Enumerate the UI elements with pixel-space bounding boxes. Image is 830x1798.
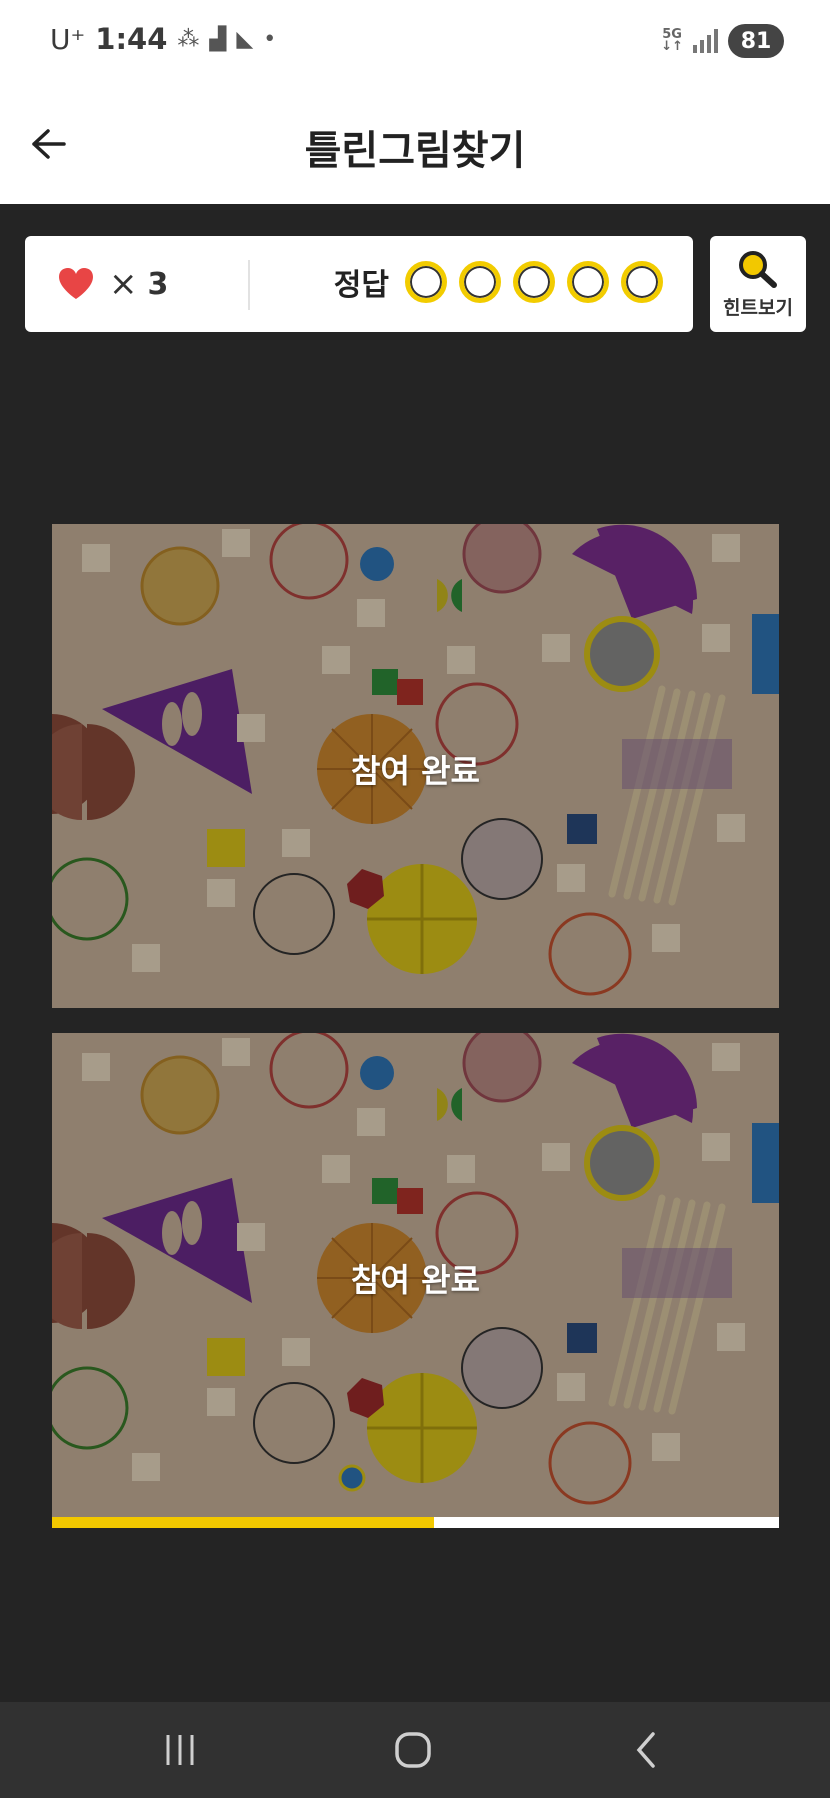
battery-level: 81 <box>740 28 772 54</box>
app-header: 틀린그림찾기 <box>0 86 830 204</box>
hint-button[interactable]: 힌트보기 <box>710 236 806 332</box>
recent-apps-icon <box>166 1735 194 1765</box>
stairs-icon: ▟ <box>209 26 227 52</box>
app-notification-icon: ⁂ <box>177 26 200 52</box>
score-card: × 3 정답 <box>25 236 693 332</box>
system-nav-bar <box>0 1702 830 1798</box>
answers-label: 정답 <box>333 268 389 303</box>
heart-icon <box>59 268 93 299</box>
answer-slot-icon <box>459 261 501 303</box>
network-type-icon: 5G ↓↑ <box>661 27 683 54</box>
status-left: U⁺ 1:44 ⁂ ▟ ◣ • <box>50 22 276 56</box>
magnifier-icon <box>739 250 777 288</box>
lives-counter: × 3 <box>57 264 168 304</box>
more-notifications-dot-icon: • <box>263 26 277 52</box>
answer-slot-icon <box>621 261 663 303</box>
clock: 1:44 <box>95 22 168 56</box>
original-image[interactable]: 참여 완료 <box>52 524 779 1008</box>
network-type-label: 5G <box>662 27 682 42</box>
timer-progress-fill <box>52 1517 434 1528</box>
modified-image[interactable]: 참여 완료 <box>52 1033 779 1517</box>
page-title: 틀린그림찾기 <box>304 128 526 174</box>
carrier-label: U⁺ <box>50 22 86 56</box>
system-back-button[interactable] <box>616 1728 676 1772</box>
timer-progress-bar <box>52 1517 779 1528</box>
home-button[interactable] <box>383 1728 443 1772</box>
answer-slot-icon <box>567 261 609 303</box>
shoe-icon: ◣ <box>236 26 254 52</box>
lives-count: 3 <box>147 266 169 302</box>
answer-slot-icon <box>405 261 447 303</box>
divider <box>248 260 250 310</box>
recent-apps-button[interactable] <box>150 1728 210 1772</box>
status-bar: U⁺ 1:44 ⁂ ▟ ◣ • 5G ↓↑ 81 <box>0 0 830 86</box>
home-icon <box>395 1732 431 1768</box>
chevron-left-icon <box>636 1732 655 1768</box>
times-icon: × <box>109 264 138 304</box>
answers-tracker: 정답 <box>334 260 663 304</box>
participation-complete-label: 참여 완료 <box>351 1261 480 1299</box>
answer-slot-icon <box>513 261 555 303</box>
battery-icon: 81 <box>728 24 784 58</box>
participation-complete-label: 참여 완료 <box>351 752 480 790</box>
hint-label: 힌트보기 <box>723 296 793 319</box>
status-right: 5G ↓↑ 81 <box>661 24 784 58</box>
signal-icon <box>693 29 718 53</box>
